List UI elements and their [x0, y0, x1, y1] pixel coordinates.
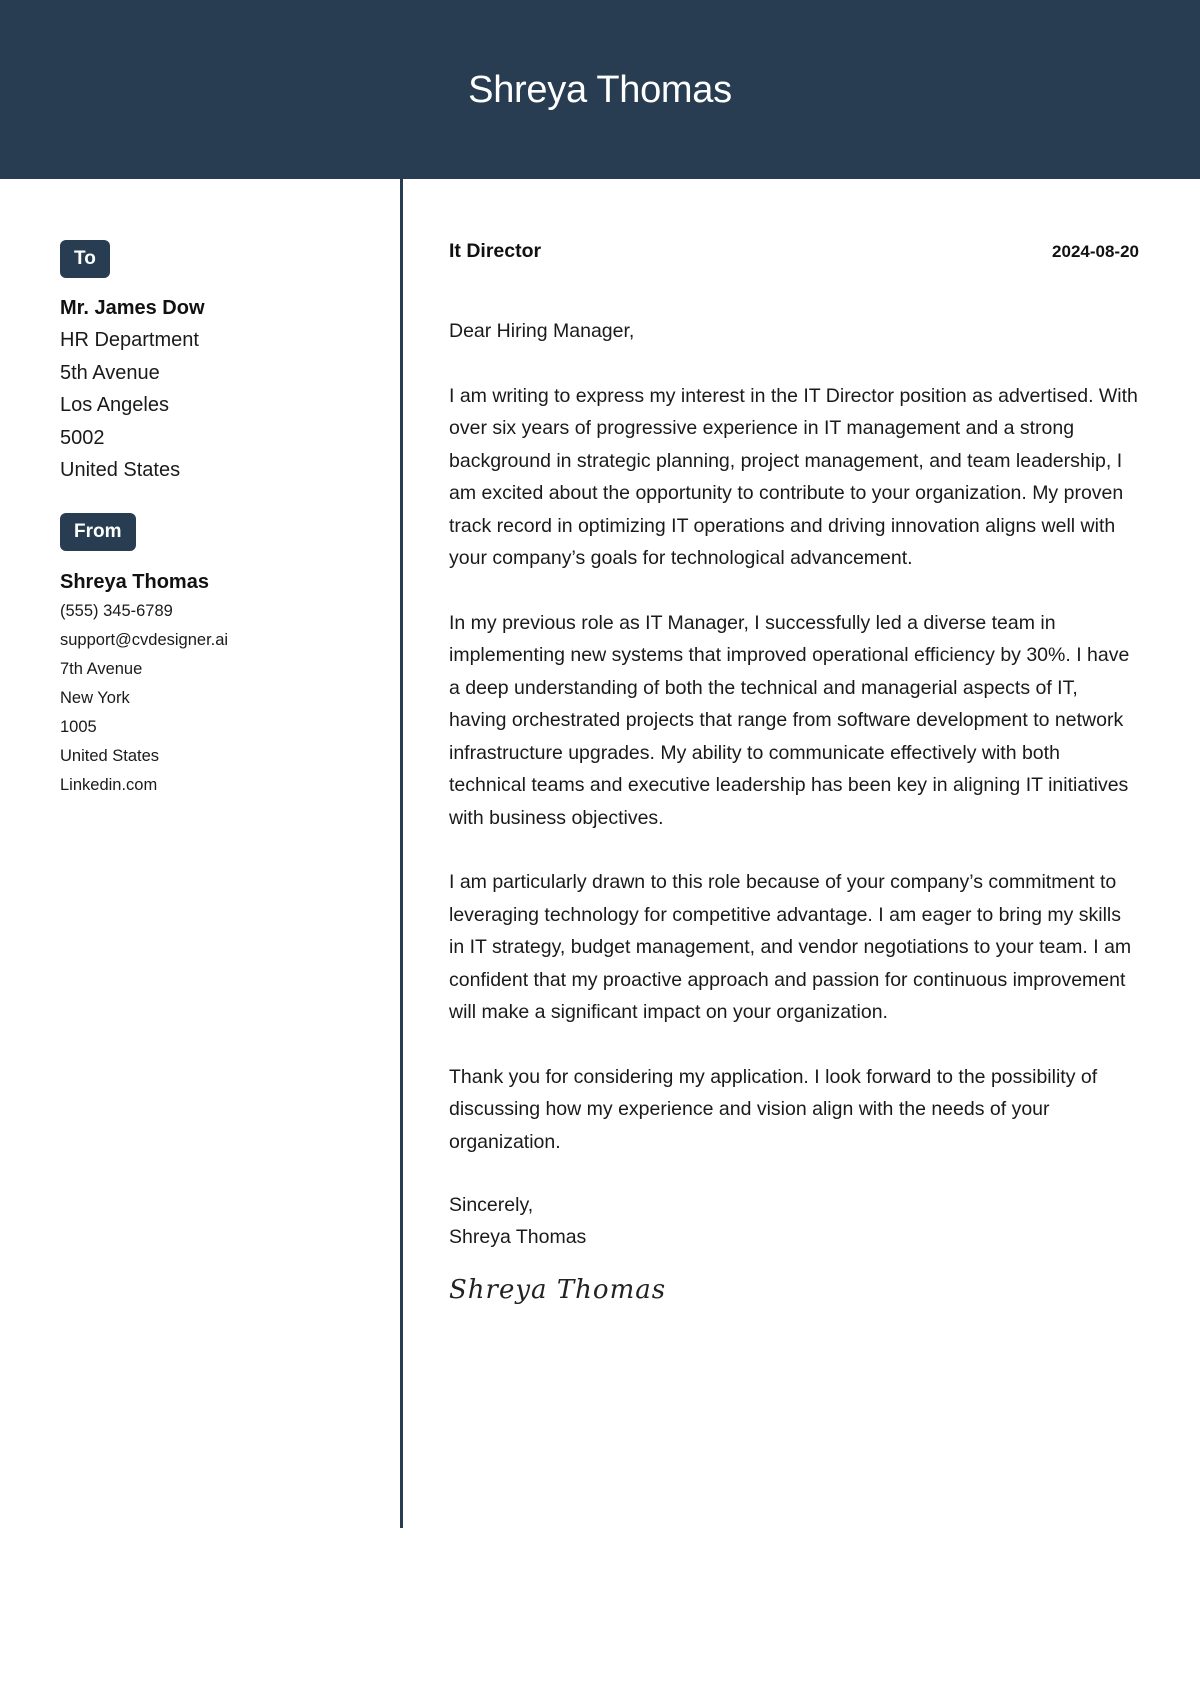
recipient-street: 5th Avenue [60, 361, 160, 384]
sender-block: Shreya Thomas (555) 345-6789 support@cvd… [60, 567, 380, 800]
paragraph-2: In my previous role as IT Manager, I suc… [449, 611, 1130, 829]
sender-name: Shreya Thomas [60, 570, 209, 593]
recipient-postcode: 5002 [60, 426, 105, 449]
sender-country: United States [60, 746, 160, 765]
column-divider [400, 179, 403, 1528]
sender-street: 7th Avenue [60, 659, 143, 678]
sidebar: To Mr. James Dow HR Department 5th Avenu… [60, 240, 380, 800]
closing-block: Sincerely, Shreya Thomas [449, 1190, 1139, 1253]
closing-name: Shreya Thomas [449, 1225, 587, 1248]
closing-phrase: Sincerely, [449, 1194, 534, 1216]
recipient-country: United States [60, 459, 181, 482]
sender-phone: (555) 345-6789 [60, 601, 173, 620]
recipient-name: Mr. James Dow [60, 297, 205, 319]
letter-date: 2024-08-20 [1052, 242, 1139, 261]
paragraph-3: I am particularly drawn to this role bec… [449, 871, 1132, 1023]
signature: Shreya Thomas [449, 1275, 667, 1305]
recipient-city: Los Angeles [60, 394, 169, 417]
sender-email: support@cvdesigner.ai [60, 630, 229, 649]
greeting: Dear Hiring Manager, [449, 320, 635, 342]
sender-city: New York [60, 688, 130, 707]
page-header: Shreya Thomas [0, 0, 1200, 179]
to-badge: To [60, 240, 110, 278]
job-title: It Director [449, 240, 542, 262]
paragraph-1: I am writing to express my interest in t… [449, 384, 1138, 570]
sender-website: Linkedin.com [60, 775, 158, 794]
applicant-name: Shreya Thomas [468, 69, 732, 111]
paragraph-4: Thank you for considering my application… [449, 1065, 1098, 1153]
letter-header: It Director 2024-08-20 [449, 240, 1139, 263]
recipient-department: HR Department [60, 329, 199, 351]
recipient-block: Mr. James Dow HR Department 5th Avenue L… [60, 292, 380, 487]
sender-postcode: 1005 [60, 717, 97, 736]
letter-body: It Director 2024-08-20 Dear Hiring Manag… [449, 240, 1139, 1305]
from-badge: From [60, 512, 136, 551]
